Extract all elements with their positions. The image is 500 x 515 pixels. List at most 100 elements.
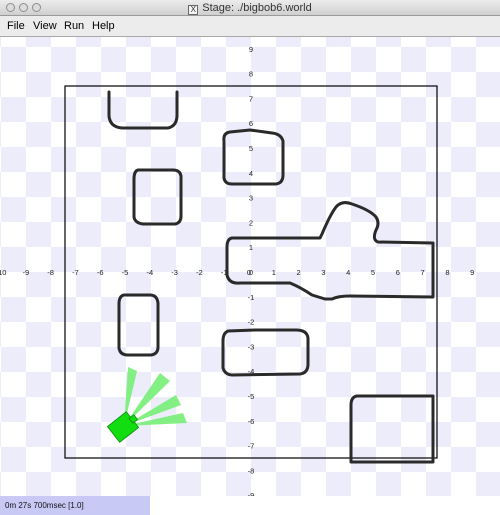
floor-tile (76, 72, 101, 97)
floor-tile (51, 297, 76, 322)
floor-tile (26, 222, 51, 247)
floor-tile (101, 472, 126, 496)
x-tick-label: -9 (22, 268, 29, 277)
floor-tile (451, 297, 476, 322)
floor-tile (276, 472, 301, 496)
floor-tile (326, 37, 351, 47)
x-tick-label: -5 (122, 268, 129, 277)
floor-tile (101, 322, 126, 347)
floor-tile (376, 47, 401, 72)
world-canvas[interactable]: -10-9-8-7-6-5-4-3-2-10123456789 98765432… (0, 37, 500, 496)
floor-tile (451, 172, 476, 197)
floor-tile (1, 122, 26, 147)
floor-tile (201, 297, 226, 322)
menu-run[interactable]: Run (64, 19, 84, 33)
floor-tile (1, 372, 26, 397)
floor-tile (151, 172, 176, 197)
floor-tile (426, 347, 451, 372)
floor-tile (476, 147, 500, 172)
window-title-wrap: X Stage: ./bigbob6.world (0, 1, 500, 15)
floor-tile (76, 172, 101, 197)
floor-tile (51, 37, 76, 47)
menu-file[interactable]: File (7, 19, 25, 33)
x-tick-label: -4 (146, 268, 153, 277)
floor-tile (426, 447, 451, 472)
floor-tile (176, 447, 201, 472)
floor-tile (301, 422, 326, 447)
floor-tile (76, 397, 101, 422)
y-tick-label: -6 (248, 417, 255, 426)
floor-tile (376, 172, 401, 197)
floor-tile (476, 422, 500, 447)
floor-tile (76, 347, 101, 372)
floor-tile (126, 297, 151, 322)
floor-tile (176, 222, 201, 247)
floor-tile (326, 372, 351, 397)
menu-bar: File View Run Help (0, 16, 500, 37)
floor-tile (26, 47, 51, 72)
floor-tile (426, 147, 451, 172)
floor-tile (476, 197, 500, 222)
floor-tile (276, 47, 301, 72)
floor-tile (201, 422, 226, 447)
floor-tile (401, 72, 426, 97)
floor-tile (26, 397, 51, 422)
floor-tile (476, 272, 500, 297)
menu-help[interactable]: Help (92, 19, 115, 33)
floor-tile (151, 347, 176, 372)
floor-tile (51, 472, 76, 496)
floor-tile (226, 122, 251, 147)
floor-tile (251, 347, 276, 372)
checkerboard-floor (0, 37, 500, 496)
floor-tile (176, 422, 201, 447)
floor-tile (376, 347, 401, 372)
floor-tile (376, 97, 401, 122)
floor-tile (26, 37, 51, 47)
y-tick-label: 2 (249, 218, 253, 227)
floor-tile (376, 397, 401, 422)
floor-tile (0, 347, 1, 372)
floor-tile (176, 372, 201, 397)
floor-tile (451, 97, 476, 122)
y-tick-label: 8 (249, 70, 253, 79)
floor-tile (126, 72, 151, 97)
floor-tile (0, 397, 1, 422)
floor-tile (151, 37, 176, 47)
menu-view[interactable]: View (33, 19, 57, 33)
floor-tile (151, 297, 176, 322)
floor-tile (476, 372, 500, 397)
floor-tile (0, 447, 1, 472)
floor-tile (126, 222, 151, 247)
floor-tile (76, 47, 101, 72)
floor-tile (401, 447, 426, 472)
floor-tile (251, 397, 276, 422)
floor-tile (401, 347, 426, 372)
floor-tile (1, 47, 26, 72)
floor-tile (476, 297, 500, 322)
floor-tile (426, 372, 451, 397)
floor-tile (26, 422, 51, 447)
floor-tile (1, 37, 26, 47)
floor-tile (301, 37, 326, 47)
floor-tile (276, 422, 301, 447)
floor-tile (351, 72, 376, 97)
floor-tile (51, 72, 76, 97)
floor-tile (301, 197, 326, 222)
floor-tile (226, 97, 251, 122)
floor-tile (326, 222, 351, 247)
floor-tile (201, 47, 226, 72)
floor-tile (251, 297, 276, 322)
floor-tile (176, 297, 201, 322)
floor-tile (251, 322, 276, 347)
floor-tile (201, 397, 226, 422)
floor-tile (51, 447, 76, 472)
floor-tile (0, 122, 1, 147)
floor-tile (401, 297, 426, 322)
floor-tile (1, 397, 26, 422)
floor-tile (1, 222, 26, 247)
floor-tile (26, 297, 51, 322)
floor-tile (126, 37, 151, 47)
floor-tile (26, 197, 51, 222)
floor-tile (476, 97, 500, 122)
floor-tile (101, 222, 126, 247)
